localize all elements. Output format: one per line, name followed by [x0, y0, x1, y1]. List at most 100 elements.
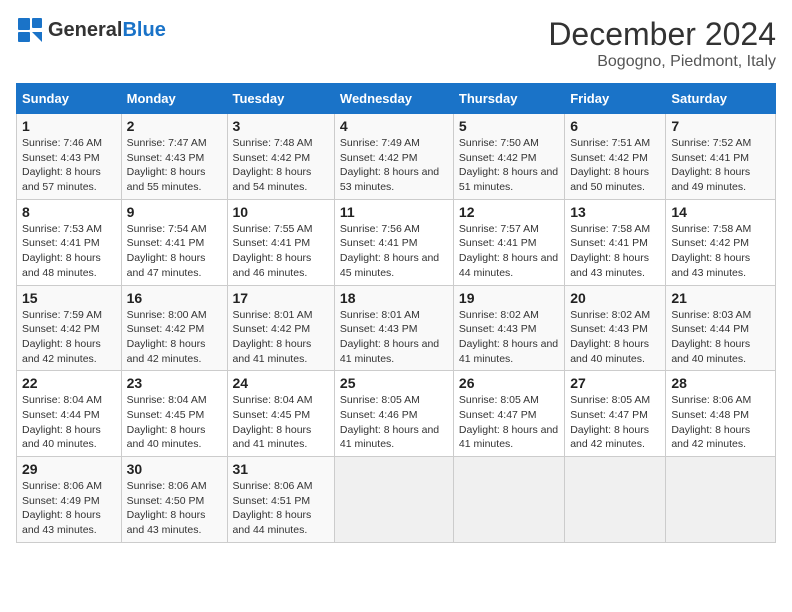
calendar-week-row: 22 Sunrise: 8:04 AM Sunset: 4:44 PM Dayl… [17, 371, 776, 457]
cell-info: Sunrise: 7:56 AM Sunset: 4:41 PM Dayligh… [340, 222, 448, 281]
day-number: 28 [671, 375, 770, 391]
calendar-cell: 4 Sunrise: 7:49 AM Sunset: 4:42 PM Dayli… [334, 114, 453, 200]
cell-info: Sunrise: 8:02 AM Sunset: 4:43 PM Dayligh… [570, 308, 660, 367]
day-number: 4 [340, 118, 448, 134]
calendar-cell: 25 Sunrise: 8:05 AM Sunset: 4:46 PM Dayl… [334, 371, 453, 457]
calendar-cell: 7 Sunrise: 7:52 AM Sunset: 4:41 PM Dayli… [666, 114, 776, 200]
cell-info: Sunrise: 7:55 AM Sunset: 4:41 PM Dayligh… [233, 222, 329, 281]
calendar-cell: 3 Sunrise: 7:48 AM Sunset: 4:42 PM Dayli… [227, 114, 334, 200]
calendar-cell: 9 Sunrise: 7:54 AM Sunset: 4:41 PM Dayli… [121, 199, 227, 285]
calendar-cell: 8 Sunrise: 7:53 AM Sunset: 4:41 PM Dayli… [17, 199, 122, 285]
cell-info: Sunrise: 8:04 AM Sunset: 4:45 PM Dayligh… [233, 393, 329, 452]
cell-info: Sunrise: 7:58 AM Sunset: 4:42 PM Dayligh… [671, 222, 770, 281]
calendar-week-row: 29 Sunrise: 8:06 AM Sunset: 4:49 PM Dayl… [17, 457, 776, 543]
cell-info: Sunrise: 7:58 AM Sunset: 4:41 PM Dayligh… [570, 222, 660, 281]
cell-info: Sunrise: 8:01 AM Sunset: 4:43 PM Dayligh… [340, 308, 448, 367]
calendar-cell: 21 Sunrise: 8:03 AM Sunset: 4:44 PM Dayl… [666, 285, 776, 371]
day-number: 15 [22, 290, 116, 306]
cell-info: Sunrise: 8:01 AM Sunset: 4:42 PM Dayligh… [233, 308, 329, 367]
day-number: 31 [233, 461, 329, 477]
day-number: 29 [22, 461, 116, 477]
cell-info: Sunrise: 8:04 AM Sunset: 4:44 PM Dayligh… [22, 393, 116, 452]
calendar-week-row: 1 Sunrise: 7:46 AM Sunset: 4:43 PM Dayli… [17, 114, 776, 200]
day-number: 5 [459, 118, 559, 134]
calendar-cell: 14 Sunrise: 7:58 AM Sunset: 4:42 PM Dayl… [666, 199, 776, 285]
day-number: 10 [233, 204, 329, 220]
day-number: 13 [570, 204, 660, 220]
page-subtitle: Bogogno, Piedmont, Italy [548, 53, 776, 71]
cell-info: Sunrise: 8:03 AM Sunset: 4:44 PM Dayligh… [671, 308, 770, 367]
page-title: December 2024 [548, 16, 776, 53]
day-number: 30 [127, 461, 222, 477]
cell-info: Sunrise: 7:50 AM Sunset: 4:42 PM Dayligh… [459, 136, 559, 195]
calendar-cell: 6 Sunrise: 7:51 AM Sunset: 4:42 PM Dayli… [565, 114, 666, 200]
cell-info: Sunrise: 8:05 AM Sunset: 4:47 PM Dayligh… [570, 393, 660, 452]
day-number: 14 [671, 204, 770, 220]
cell-info: Sunrise: 7:51 AM Sunset: 4:42 PM Dayligh… [570, 136, 660, 195]
day-number: 20 [570, 290, 660, 306]
logo-text: GeneralBlue [48, 19, 166, 41]
calendar-cell [565, 457, 666, 543]
day-number: 2 [127, 118, 222, 134]
day-number: 22 [22, 375, 116, 391]
calendar-cell: 15 Sunrise: 7:59 AM Sunset: 4:42 PM Dayl… [17, 285, 122, 371]
weekday-header: Monday [121, 84, 227, 114]
day-number: 16 [127, 290, 222, 306]
calendar-week-row: 8 Sunrise: 7:53 AM Sunset: 4:41 PM Dayli… [17, 199, 776, 285]
cell-info: Sunrise: 8:06 AM Sunset: 4:48 PM Dayligh… [671, 393, 770, 452]
page-header: GeneralBlue December 2024 Bogogno, Piedm… [16, 16, 776, 71]
calendar-cell [453, 457, 564, 543]
calendar-cell: 20 Sunrise: 8:02 AM Sunset: 4:43 PM Dayl… [565, 285, 666, 371]
calendar-cell [334, 457, 453, 543]
calendar-cell: 1 Sunrise: 7:46 AM Sunset: 4:43 PM Dayli… [17, 114, 122, 200]
day-number: 27 [570, 375, 660, 391]
day-number: 17 [233, 290, 329, 306]
cell-info: Sunrise: 7:53 AM Sunset: 4:41 PM Dayligh… [22, 222, 116, 281]
calendar-cell: 22 Sunrise: 8:04 AM Sunset: 4:44 PM Dayl… [17, 371, 122, 457]
calendar-cell: 30 Sunrise: 8:06 AM Sunset: 4:50 PM Dayl… [121, 457, 227, 543]
day-number: 18 [340, 290, 448, 306]
weekday-header: Saturday [666, 84, 776, 114]
weekday-header: Friday [565, 84, 666, 114]
weekday-header: Thursday [453, 84, 564, 114]
cell-info: Sunrise: 7:48 AM Sunset: 4:42 PM Dayligh… [233, 136, 329, 195]
calendar-cell: 19 Sunrise: 8:02 AM Sunset: 4:43 PM Dayl… [453, 285, 564, 371]
day-number: 11 [340, 204, 448, 220]
cell-info: Sunrise: 8:04 AM Sunset: 4:45 PM Dayligh… [127, 393, 222, 452]
calendar-cell: 27 Sunrise: 8:05 AM Sunset: 4:47 PM Dayl… [565, 371, 666, 457]
day-number: 12 [459, 204, 559, 220]
day-number: 19 [459, 290, 559, 306]
calendar-cell [666, 457, 776, 543]
calendar-cell: 23 Sunrise: 8:04 AM Sunset: 4:45 PM Dayl… [121, 371, 227, 457]
calendar-cell: 31 Sunrise: 8:06 AM Sunset: 4:51 PM Dayl… [227, 457, 334, 543]
calendar-cell: 29 Sunrise: 8:06 AM Sunset: 4:49 PM Dayl… [17, 457, 122, 543]
cell-info: Sunrise: 8:02 AM Sunset: 4:43 PM Dayligh… [459, 308, 559, 367]
cell-info: Sunrise: 7:59 AM Sunset: 4:42 PM Dayligh… [22, 308, 116, 367]
calendar-cell: 13 Sunrise: 7:58 AM Sunset: 4:41 PM Dayl… [565, 199, 666, 285]
calendar-cell: 24 Sunrise: 8:04 AM Sunset: 4:45 PM Dayl… [227, 371, 334, 457]
day-number: 6 [570, 118, 660, 134]
cell-info: Sunrise: 8:06 AM Sunset: 4:50 PM Dayligh… [127, 479, 222, 538]
calendar-cell: 12 Sunrise: 7:57 AM Sunset: 4:41 PM Dayl… [453, 199, 564, 285]
cell-info: Sunrise: 7:46 AM Sunset: 4:43 PM Dayligh… [22, 136, 116, 195]
day-number: 7 [671, 118, 770, 134]
calendar-cell: 16 Sunrise: 8:00 AM Sunset: 4:42 PM Dayl… [121, 285, 227, 371]
cell-info: Sunrise: 7:47 AM Sunset: 4:43 PM Dayligh… [127, 136, 222, 195]
calendar-week-row: 15 Sunrise: 7:59 AM Sunset: 4:42 PM Dayl… [17, 285, 776, 371]
weekday-header: Wednesday [334, 84, 453, 114]
weekday-header: Tuesday [227, 84, 334, 114]
day-number: 26 [459, 375, 559, 391]
weekday-header-row: SundayMondayTuesdayWednesdayThursdayFrid… [17, 84, 776, 114]
calendar-cell: 26 Sunrise: 8:05 AM Sunset: 4:47 PM Dayl… [453, 371, 564, 457]
cell-info: Sunrise: 7:52 AM Sunset: 4:41 PM Dayligh… [671, 136, 770, 195]
cell-info: Sunrise: 7:54 AM Sunset: 4:41 PM Dayligh… [127, 222, 222, 281]
cell-info: Sunrise: 8:05 AM Sunset: 4:47 PM Dayligh… [459, 393, 559, 452]
day-number: 1 [22, 118, 116, 134]
calendar-cell: 11 Sunrise: 7:56 AM Sunset: 4:41 PM Dayl… [334, 199, 453, 285]
calendar-cell: 2 Sunrise: 7:47 AM Sunset: 4:43 PM Dayli… [121, 114, 227, 200]
day-number: 9 [127, 204, 222, 220]
day-number: 21 [671, 290, 770, 306]
day-number: 25 [340, 375, 448, 391]
cell-info: Sunrise: 8:06 AM Sunset: 4:49 PM Dayligh… [22, 479, 116, 538]
calendar-cell: 10 Sunrise: 7:55 AM Sunset: 4:41 PM Dayl… [227, 199, 334, 285]
